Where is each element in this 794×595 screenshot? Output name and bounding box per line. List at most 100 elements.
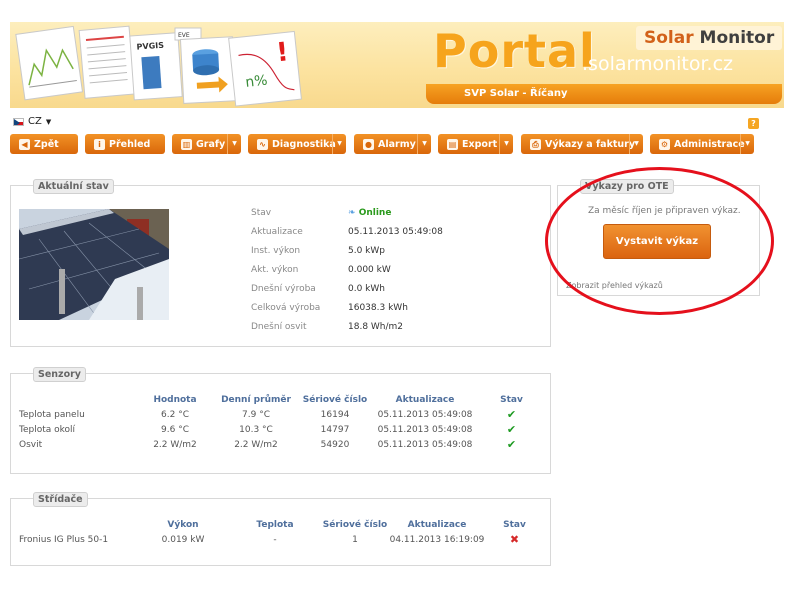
czech-flag-icon: [13, 117, 24, 126]
eve-label: EVE: [178, 32, 190, 39]
table-header-row: Hodnota Denní průměr Sériové číslo Aktua…: [19, 393, 544, 407]
highlight-circle: [545, 167, 774, 315]
banner-illustration: PVGIS EVE n% !: [15, 25, 302, 107]
alarm-icon: ●: [363, 138, 374, 150]
nav-label: Zpět: [34, 138, 59, 150]
nav-alarms-button[interactable]: ● Alarmy ▼: [354, 134, 431, 154]
sensor-name: Teplota panelu: [19, 409, 85, 420]
chevron-down-icon[interactable]: ▼: [417, 134, 431, 154]
inverter-power: 0.019 kW: [161, 534, 205, 545]
nav-admin-button[interactable]: ⚙ Administrace ▼: [650, 134, 754, 154]
nav-export-button[interactable]: ▤ Export ▼: [438, 134, 513, 154]
language-code: CZ: [28, 116, 42, 127]
chevron-down-icon[interactable]: ▼: [740, 134, 754, 154]
online-status: ❧ Online: [348, 208, 391, 218]
column-header: Denní průměr: [221, 395, 291, 405]
nav-label: Administrace: [674, 138, 745, 150]
sensor-serial: 54920: [320, 439, 350, 450]
efficiency-label: n%: [245, 73, 269, 91]
printer-icon: ⎙: [530, 138, 541, 150]
check-icon: ✔: [506, 438, 517, 451]
table-row: Teplota okolí 9.6 °C 10.3 °C 14797 05.11…: [19, 422, 544, 437]
site-name-bar: SVP Solar - Říčany: [426, 84, 782, 104]
status-label: Dnešní osvit: [251, 322, 307, 332]
header-banner: PVGIS EVE n% ! Solar Monitor Portal .sol…: [10, 22, 784, 108]
online-label: Online: [358, 208, 392, 218]
help-button[interactable]: ?: [748, 118, 759, 129]
inverter-serial: 1: [352, 534, 358, 545]
nav-label: Export: [462, 138, 498, 150]
brand-logo: Solar Monitor: [636, 26, 783, 50]
nav-label: Přehled: [109, 138, 151, 150]
status-label: Celková výroba: [251, 303, 321, 313]
sensor-name: Teplota okolí: [19, 424, 76, 435]
status-value: 05.11.2013 05:49:08: [348, 227, 443, 237]
brand-monitor: Monitor: [699, 28, 775, 48]
column-header: Stav: [503, 520, 526, 530]
chevron-down-icon: ▼: [45, 117, 52, 126]
pvgis-label: PVGIS: [136, 41, 164, 52]
chevron-down-icon[interactable]: ▼: [499, 134, 513, 154]
status-value: 5.0 kWp: [348, 246, 385, 256]
nav-label: Výkazy a faktury: [545, 138, 636, 150]
column-header: Výkon: [167, 520, 199, 530]
nav-label: Alarmy: [378, 138, 416, 150]
sensor-average: 7.9 °C: [242, 409, 270, 420]
sensor-value: 6.2 °C: [161, 409, 189, 420]
status-value: 0.0 kWh: [348, 284, 385, 294]
status-value: 0.000 kW: [348, 265, 391, 275]
column-header: Hodnota: [153, 395, 197, 405]
table-header-row: Výkon Teplota Sériové číslo Aktualizace …: [19, 518, 544, 532]
sensor-value: 2.2 W/m2: [153, 439, 197, 450]
sensor-updated: 05.11.2013 05:49:08: [377, 424, 473, 435]
column-header: Aktualizace: [395, 395, 455, 405]
status-label: Dnešní výroba: [251, 284, 316, 294]
language-select[interactable]: CZ ▼: [13, 116, 51, 127]
inverter-temperature: -: [273, 534, 277, 545]
table-row: Osvit 2.2 W/m2 2.2 W/m2 54920 05.11.2013…: [19, 437, 544, 452]
chevron-down-icon[interactable]: ▼: [332, 134, 346, 154]
admin-icon: ⚙: [659, 138, 670, 150]
info-icon: i: [94, 138, 105, 150]
export-icon: ▤: [447, 138, 458, 150]
sensor-updated: 05.11.2013 05:49:08: [377, 409, 473, 420]
status-value: 18.8 Wh/m2: [348, 322, 404, 332]
chevron-down-icon[interactable]: ▼: [227, 134, 241, 154]
chevron-down-icon[interactable]: ▼: [629, 134, 643, 154]
sensor-value: 9.6 °C: [161, 424, 189, 435]
status-label: Stav: [251, 208, 272, 218]
sensor-updated: 05.11.2013 05:49:08: [377, 439, 473, 450]
brand-solar: Solar: [644, 28, 694, 48]
site-name: SVP Solar - Říčany: [464, 88, 568, 99]
solar-panel-photo: [19, 209, 169, 320]
sensor-average: 10.3 °C: [239, 424, 273, 435]
status-label: Inst. výkon: [251, 246, 301, 256]
column-header: [19, 518, 137, 532]
column-header: [19, 393, 137, 407]
nav-label: Diagnostika: [272, 138, 336, 150]
check-icon: ✔: [506, 408, 517, 421]
nav-overview-button[interactable]: i Přehled: [85, 134, 165, 154]
nav-reports-button[interactable]: ⎙ Výkazy a faktury ▼: [521, 134, 643, 154]
portal-domain: .solarmonitor.cz: [582, 53, 734, 75]
inverters-panel: Střídače Výkon Teplota Sériové číslo Akt…: [10, 492, 551, 566]
sensors-panel: Senzory Hodnota Denní průměr Sériové čís…: [10, 367, 551, 474]
column-header: Teplota: [256, 520, 294, 530]
column-header: Aktualizace: [407, 520, 467, 530]
nav-charts-button[interactable]: ▥ Grafy ▼: [172, 134, 241, 154]
inverters-table: Výkon Teplota Sériové číslo Aktualizace …: [19, 518, 544, 547]
status-value: 16038.3 kWh: [348, 303, 408, 313]
error-cross-icon: ✖: [509, 533, 520, 546]
current-state-panel: Aktuální stav Stav ❧ Online Aktualizace …: [10, 179, 551, 347]
check-icon: ✔: [506, 423, 517, 436]
leaf-icon: ❧: [348, 208, 356, 218]
nav-back-button[interactable]: ◀ Zpět: [10, 134, 78, 154]
panel-title: Aktuální stav: [33, 179, 114, 194]
column-header: Stav: [500, 395, 523, 405]
sensor-average: 2.2 W/m2: [234, 439, 278, 450]
column-header: Sériové číslo: [322, 520, 388, 530]
table-row: Teplota panelu 6.2 °C 7.9 °C 16194 05.11…: [19, 407, 544, 422]
nav-diagnostics-button[interactable]: ∿ Diagnostika ▼: [248, 134, 346, 154]
column-header: Sériové číslo: [302, 395, 368, 405]
sensor-serial: 14797: [320, 424, 350, 435]
